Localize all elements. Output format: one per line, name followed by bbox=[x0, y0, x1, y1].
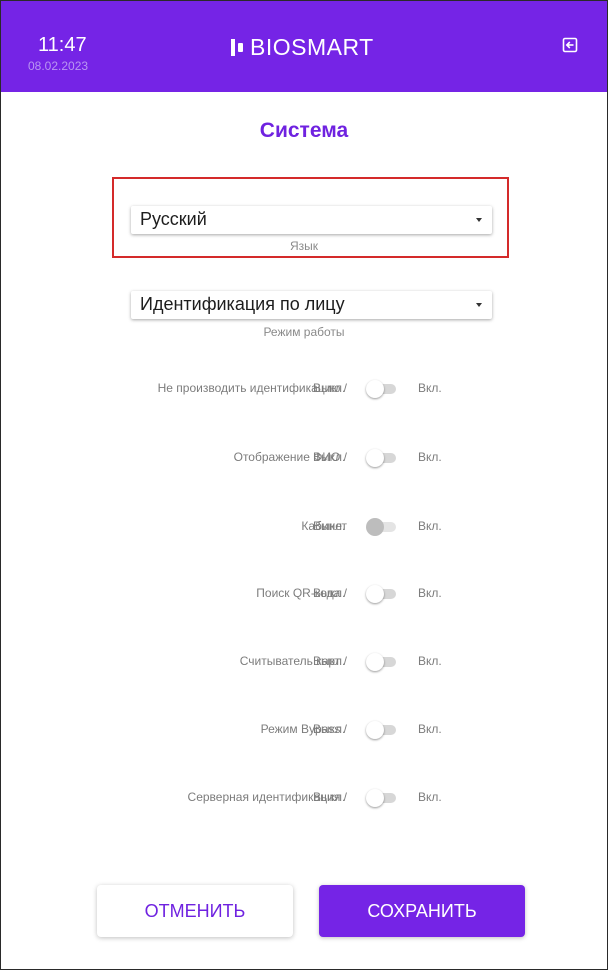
toggle-switch[interactable] bbox=[366, 518, 400, 536]
toggle-off-label: Выкл. bbox=[313, 790, 346, 804]
language-select[interactable]: Русский bbox=[131, 206, 492, 234]
toggle-row-show-name: Отображение ФИО / Выкл. Вкл. bbox=[1, 448, 607, 468]
toggle-off-label: Выкл. bbox=[313, 519, 346, 533]
dropdown-caret-icon bbox=[476, 218, 482, 222]
save-button[interactable]: СОХРАНИТЬ bbox=[319, 885, 525, 937]
toggle-switch[interactable] bbox=[366, 653, 400, 671]
toggle-on-label: Вкл. bbox=[418, 586, 442, 600]
toggle-off-label: Выкл. bbox=[313, 381, 346, 395]
toggle-off-label: Выкл. bbox=[313, 450, 346, 464]
settings-screen: 11:47 08.02.2023 BIOSMART Система Русски… bbox=[0, 0, 608, 970]
language-caption: Язык bbox=[289, 239, 319, 253]
logout-icon[interactable] bbox=[562, 37, 578, 53]
toggle-row-server-identification: Серверная идентификация / Выкл. Вкл. bbox=[1, 788, 607, 808]
toggle-row-cabinet: Кабинет Выкл. Вкл. bbox=[1, 517, 607, 537]
toggle-switch[interactable] bbox=[366, 585, 400, 603]
logo-text: BIOSMART bbox=[250, 34, 374, 60]
language-select-value: Русский bbox=[140, 209, 207, 229]
toggle-on-label: Вкл. bbox=[418, 790, 442, 804]
cancel-button[interactable]: ОТМЕНИТЬ bbox=[97, 885, 293, 937]
toggle-switch[interactable] bbox=[366, 449, 400, 467]
toggle-switch[interactable] bbox=[366, 721, 400, 739]
toggle-switch[interactable] bbox=[366, 789, 400, 807]
toggle-on-label: Вкл. bbox=[418, 450, 442, 464]
dropdown-caret-icon bbox=[476, 303, 482, 307]
toggle-on-label: Вкл. bbox=[418, 519, 442, 533]
mode-select-value: Идентификация по лицу bbox=[140, 294, 345, 314]
toggle-row-bypass: Режим Bypass / Выкл. Вкл. bbox=[1, 720, 607, 740]
toggle-off-label: Выкл. bbox=[313, 654, 346, 668]
mode-caption: Режим работы bbox=[263, 325, 345, 339]
clock-time: 11:47 bbox=[38, 34, 87, 56]
toggle-row-card-reader: Считыватель карт / Выкл. Вкл. bbox=[1, 652, 607, 672]
toggle-on-label: Вкл. bbox=[418, 654, 442, 668]
clock-date: 08.02.2023 bbox=[28, 59, 89, 73]
toggle-off-label: Выкл. bbox=[313, 586, 346, 600]
toggle-row-no-identification: Не производить идентификацию / Выкл. Вкл… bbox=[1, 379, 607, 399]
mode-select[interactable]: Идентификация по лицу bbox=[131, 291, 492, 319]
page-title: Система bbox=[259, 119, 349, 142]
toggle-on-label: Вкл. bbox=[418, 722, 442, 736]
app-header: 11:47 08.02.2023 BIOSMART bbox=[1, 1, 607, 92]
brand-logo: BIOSMART bbox=[231, 34, 374, 60]
toggle-switch[interactable] bbox=[366, 380, 400, 398]
toggle-off-label: Выкл. bbox=[313, 722, 346, 736]
toggle-on-label: Вкл. bbox=[418, 381, 442, 395]
logo-mark-icon bbox=[231, 38, 246, 56]
toggle-row-qr-search: Поиск QR-кода / Выкл. Вкл. bbox=[1, 584, 607, 604]
